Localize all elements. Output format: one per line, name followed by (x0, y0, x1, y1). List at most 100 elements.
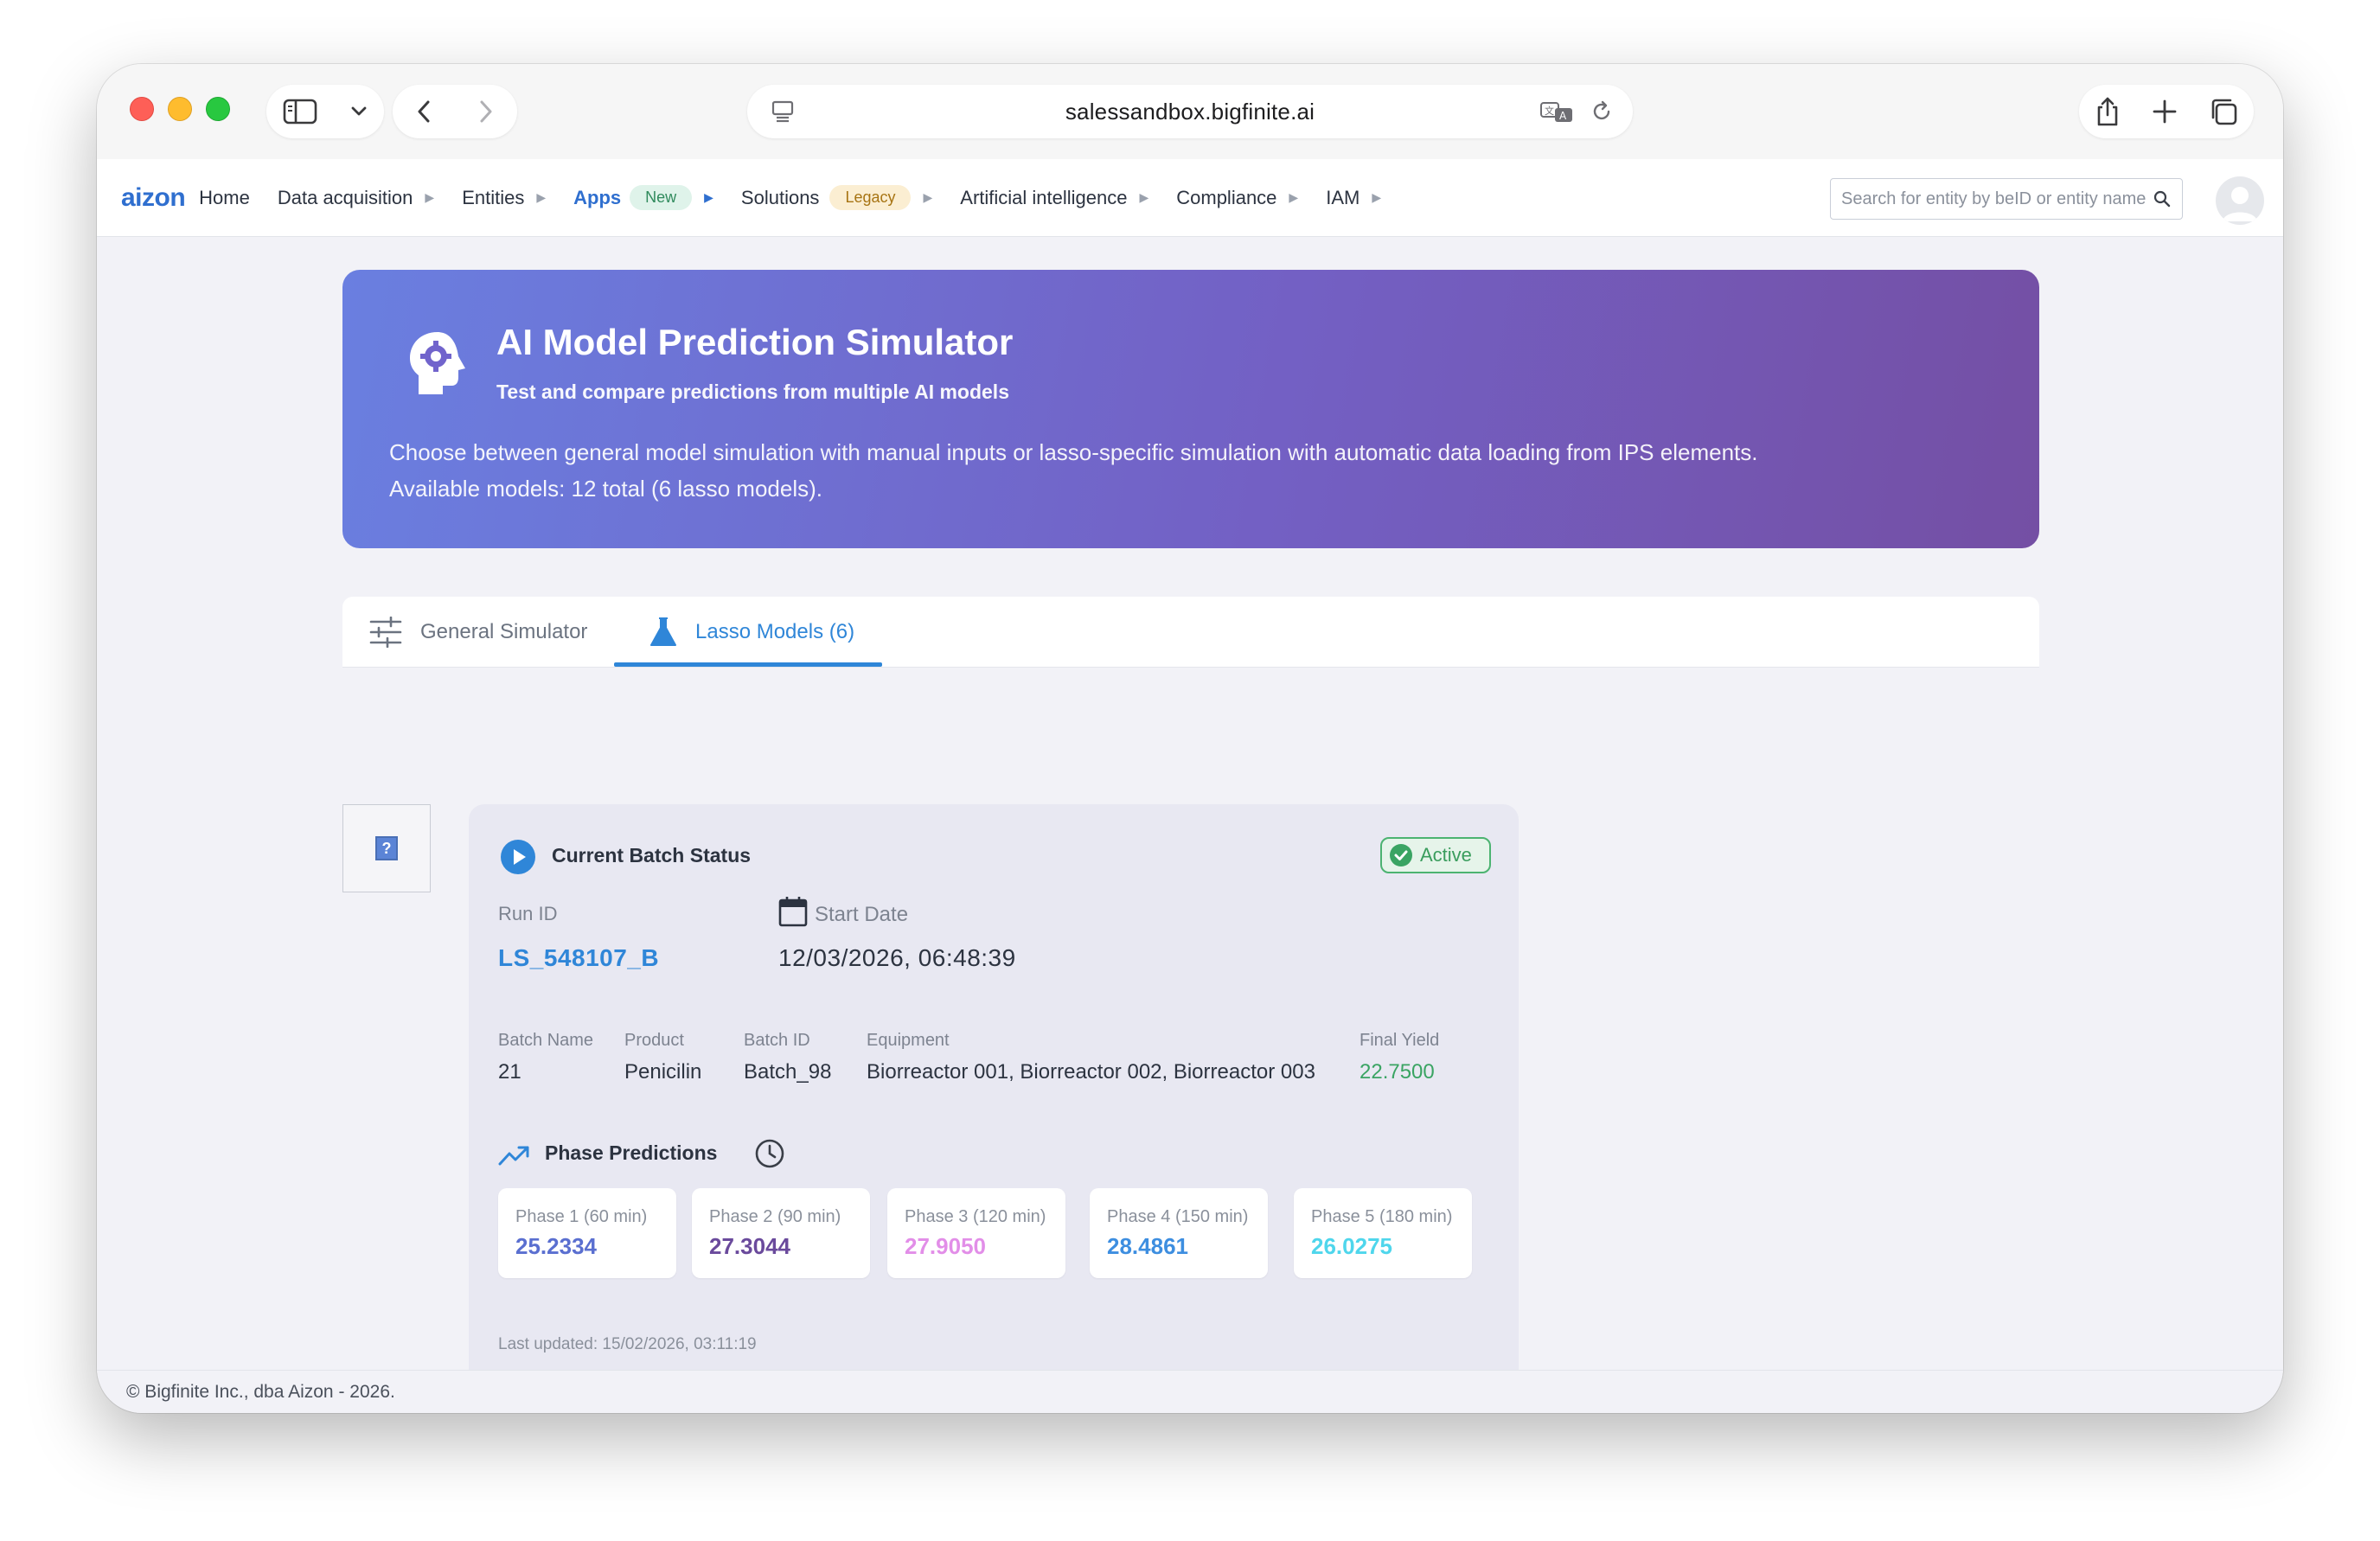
close-window-button[interactable] (130, 97, 154, 121)
entity-search (1830, 178, 2183, 220)
browser-actions-group (2079, 85, 2254, 138)
sidebar-toggle-group (266, 85, 384, 138)
page-title: AI Model Prediction Simulator (496, 322, 1014, 362)
tab-lasso-models[interactable]: Lasso Models (6) (649, 597, 854, 668)
phase-value: 26.0275 (1311, 1233, 1392, 1259)
back-arrow-icon[interactable] (415, 99, 432, 125)
nav-item-apps[interactable]: Apps New ▶ (573, 185, 713, 210)
caret-right-icon: ▶ (923, 190, 933, 204)
nav-item-label: Solutions (740, 186, 820, 208)
tab-label: General Simulator (420, 620, 588, 643)
tab-label: Lasso Models (6) (695, 620, 855, 643)
tab-overview-icon[interactable] (2209, 97, 2238, 126)
translate-icon[interactable]: 文 A (1539, 99, 1574, 124)
nav-item-iam[interactable]: IAM ▶ (1326, 187, 1381, 209)
copyright-text: © Bigfinite Inc., dba Aizon - 2026. (126, 1381, 395, 1402)
url-text: salessandbox.bigfinite.ai (1065, 98, 1315, 125)
caret-right-icon: ▶ (1139, 190, 1149, 204)
sidebar-icon[interactable] (283, 99, 317, 125)
current-batch-card: Current Batch Status Active Run ID Start… (469, 804, 1519, 1391)
legacy-badge: Legacy (829, 185, 912, 210)
nav-item-label: Compliance (1176, 186, 1277, 208)
user-avatar[interactable] (2216, 176, 2264, 225)
svg-text:文: 文 (1545, 105, 1554, 117)
browser-toolbar: salessandbox.bigfinite.ai 文 A (97, 64, 2283, 159)
maximize-window-button[interactable] (206, 97, 230, 121)
broken-image-thumbnail: ? (342, 804, 431, 892)
entity-search-input[interactable] (1841, 189, 2153, 209)
final-yield-label: Final Yield (1360, 1031, 1440, 1050)
phase-prediction-card: Phase 5 (180 min) 26.0275 (1294, 1188, 1472, 1278)
share-icon[interactable] (2095, 96, 2121, 127)
flask-icon (650, 617, 676, 646)
nav-item-compliance[interactable]: Compliance ▶ (1176, 187, 1298, 209)
status-badge: Active (1380, 837, 1491, 873)
nav-item-label: IAM (1326, 186, 1360, 208)
reload-icon[interactable] (1590, 99, 1614, 124)
phase-label: Phase 2 (90 min) (709, 1207, 841, 1226)
run-id-label: Run ID (498, 903, 558, 924)
nav-item-label: Entities (462, 186, 525, 208)
phase-label: Phase 1 (60 min) (515, 1207, 648, 1226)
search-icon[interactable] (2153, 189, 2172, 208)
chevron-down-icon[interactable] (350, 106, 368, 118)
simulator-hero-banner: AI Model Prediction Simulator Test and c… (342, 270, 2039, 548)
nav-item-entities[interactable]: Entities ▶ (462, 187, 546, 209)
forward-arrow-icon[interactable] (477, 99, 495, 125)
nav-item-label: Data acquisition (277, 186, 413, 208)
phase-label: Phase 4 (150 min) (1107, 1207, 1249, 1226)
aizon-logo[interactable]: aizon (121, 183, 186, 213)
minimize-window-button[interactable] (168, 97, 192, 121)
page-footer: © Bigfinite Inc., dba Aizon - 2026. (97, 1370, 2283, 1413)
broken-image-icon: ? (375, 836, 398, 860)
main-nav: Home Data acquisition ▶ Entities ▶ Apps … (199, 185, 1409, 210)
phase-value: 25.2334 (515, 1233, 597, 1259)
nav-item-data-acquisition[interactable]: Data acquisition ▶ (278, 187, 434, 209)
phase-prediction-card: Phase 2 (90 min) 27.3044 (692, 1188, 870, 1278)
trending-up-icon (498, 1146, 529, 1166)
product-value: Penicilin (624, 1060, 702, 1084)
batch-id-label: Batch ID (744, 1031, 810, 1050)
sliders-icon (369, 617, 402, 648)
active-tab-indicator (614, 662, 882, 667)
phase-value: 27.3044 (709, 1233, 790, 1259)
page-menu-icon[interactable] (770, 99, 796, 124)
nav-item-home[interactable]: Home (199, 187, 250, 209)
phase-prediction-card: Phase 1 (60 min) 25.2334 (498, 1188, 676, 1278)
calendar-icon (778, 897, 808, 927)
svg-text:A: A (1559, 110, 1567, 122)
start-date-label: Start Date (815, 903, 909, 926)
caret-right-icon: ▶ (704, 190, 713, 204)
new-tab-icon[interactable] (2152, 99, 2178, 125)
batch-name-label: Batch Name (498, 1031, 594, 1050)
tab-general-simulator[interactable]: General Simulator (368, 597, 587, 668)
history-nav-group (393, 85, 517, 138)
nav-item-artificial-intelligence[interactable]: Artificial intelligence ▶ (960, 187, 1148, 209)
phase-label: Phase 5 (180 min) (1311, 1207, 1453, 1226)
browser-window: salessandbox.bigfinite.ai 文 A aizon Home… (97, 64, 2283, 1413)
final-yield-value: 22.7500 (1360, 1060, 1435, 1084)
nav-item-label: Artificial intelligence (960, 186, 1128, 208)
nav-item-label: Home (199, 186, 250, 208)
product-label: Product (624, 1031, 684, 1050)
phase-value: 27.9050 (905, 1233, 986, 1259)
card-title: Current Batch Status (552, 844, 752, 866)
ai-brain-gear-icon (410, 332, 465, 394)
nav-item-solutions[interactable]: Solutions Legacy ▶ (741, 185, 932, 210)
status-text: Active (1420, 844, 1472, 866)
run-id-value[interactable]: LS_548107_B (498, 944, 659, 972)
caret-right-icon: ▶ (425, 190, 435, 204)
simulator-tabs: General Simulator Lasso Models (6) (342, 597, 2039, 668)
caret-right-icon: ▶ (1289, 190, 1299, 204)
phase-prediction-card: Phase 4 (150 min) 28.4861 (1090, 1188, 1268, 1278)
equipment-value: Biorreactor 001, Biorreactor 002, Biorre… (867, 1060, 1315, 1084)
last-updated-text: Last updated: 15/02/2026, 03:11:19 (498, 1335, 757, 1353)
nav-item-label: Apps (573, 186, 622, 208)
clock-icon[interactable] (754, 1138, 785, 1169)
address-bar[interactable]: salessandbox.bigfinite.ai 文 A (747, 85, 1633, 138)
equipment-label: Equipment (867, 1031, 950, 1050)
page-subtitle: Test and compare predictions from multip… (496, 380, 1009, 403)
start-date-value: 12/03/2026, 06:48:39 (778, 944, 1016, 971)
window-controls (130, 97, 230, 121)
phase-label: Phase 3 (120 min) (905, 1207, 1046, 1226)
